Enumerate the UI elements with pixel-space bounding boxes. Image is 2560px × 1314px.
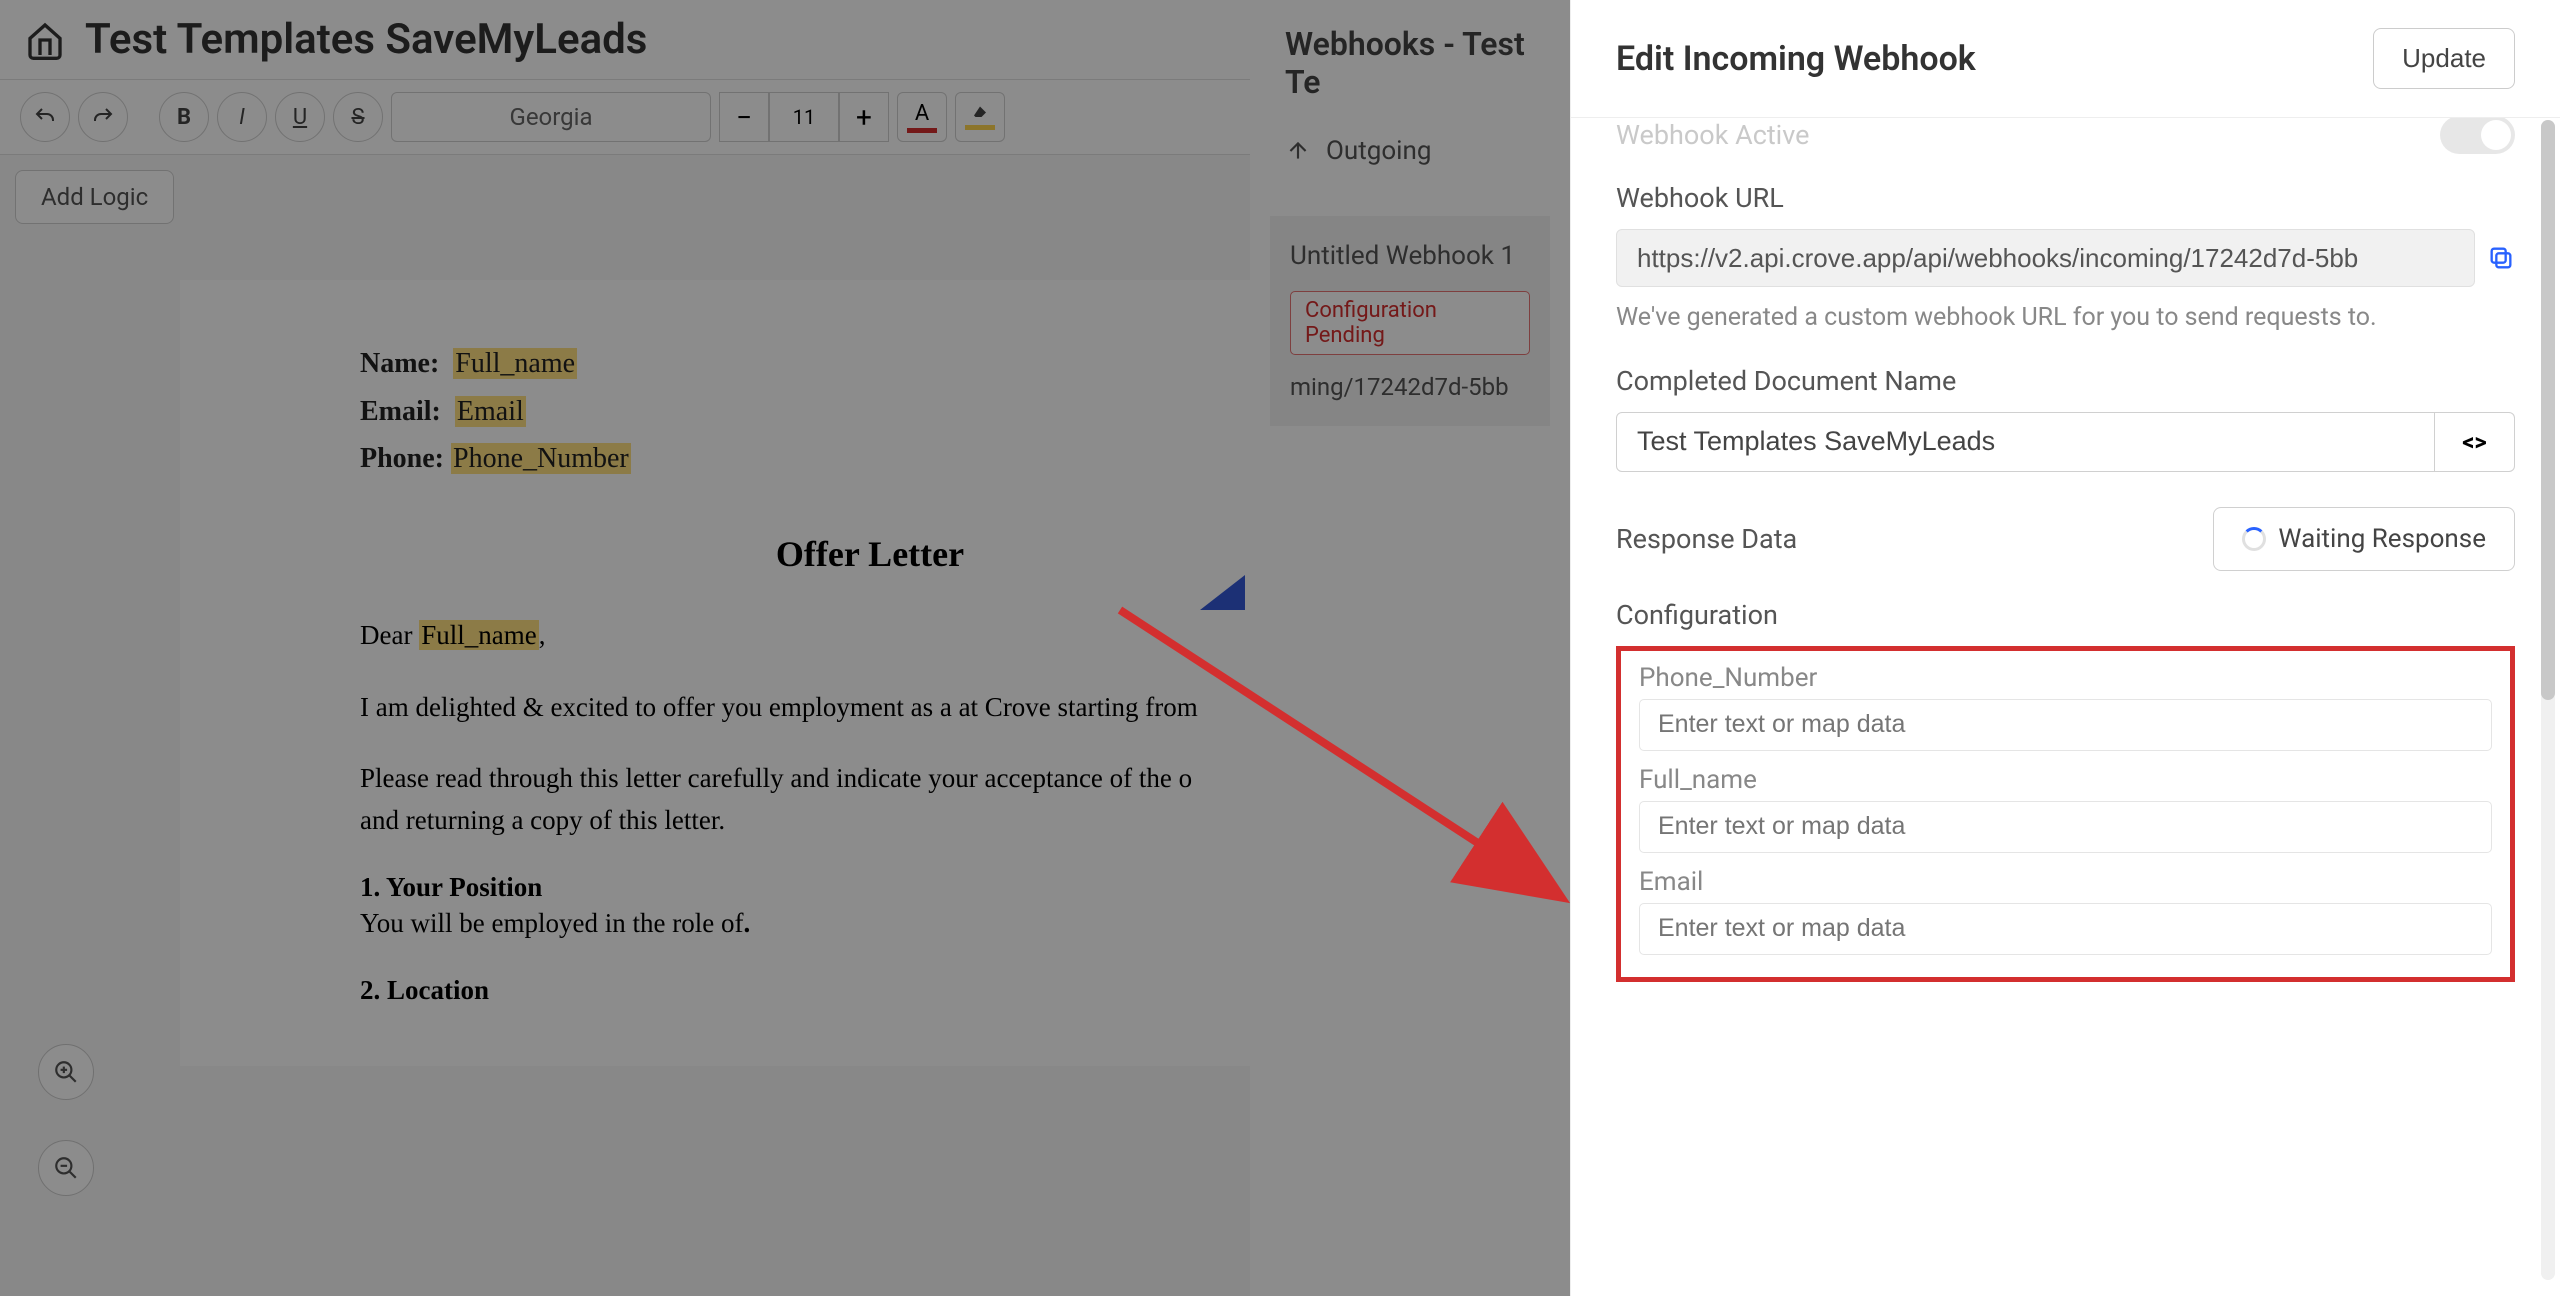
doc-heading: 2. Location [360,975,1380,1006]
webhook-active-toggle[interactable] [2440,118,2515,154]
font-size-value[interactable]: 11 [769,92,839,142]
webhook-name: Untitled Webhook 1 [1290,241,1530,271]
underline-button[interactable]: U [275,92,325,142]
field-phone-label: Phone: [360,443,444,474]
config-field-label: Full_name [1639,765,2492,795]
config-field-input-email[interactable] [1639,903,2492,955]
config-field-input-phone[interactable] [1639,699,2492,751]
doc-paragraph: Please read through this letter carefull… [360,758,1380,842]
font-size-increase[interactable]: + [839,92,889,142]
config-field-label: Phone_Number [1639,663,2492,693]
scrollbar-thumb[interactable] [2541,120,2555,700]
field-email-label: Email: [360,396,441,427]
copy-icon[interactable] [2487,244,2515,272]
field-name-var[interactable]: Full_name [453,348,577,379]
text-color-button[interactable]: A [897,92,947,142]
decorative-triangle [1200,575,1245,610]
font-select[interactable]: Georgia [391,92,711,142]
greeting-var[interactable]: Full_name [419,620,539,650]
webhook-active-label: Webhook Active [1616,119,1809,151]
doc-paragraph: I am delighted & excited to offer you em… [360,687,1380,729]
drawer-title: Edit Incoming Webhook [1616,39,1976,79]
document-title: Offer Letter [360,533,1380,575]
config-pending-badge: Configuration Pending [1290,291,1530,355]
edit-webhook-drawer: Edit Incoming Webhook Update Webhook Act… [1570,0,2560,1296]
webhook-url-fragment: ming/17242d7d-5bb [1290,373,1530,401]
home-icon[interactable] [25,20,65,60]
page-title: Test Templates SaveMyLeads [85,15,647,64]
webhooks-title: Webhooks - Test Te [1250,0,1570,116]
configuration-label: Configuration [1616,599,2515,631]
spinner-icon [2242,527,2266,551]
italic-button[interactable]: I [217,92,267,142]
field-email-var[interactable]: Email [455,396,526,427]
doc-heading: 1. Your Position [360,872,1380,903]
strikethrough-button[interactable]: S [333,92,383,142]
webhook-card[interactable]: Untitled Webhook 1 Configuration Pending… [1270,216,1550,426]
config-field-label: Email [1639,867,2492,897]
response-data-label: Response Data [1616,523,1797,555]
arrow-up-icon [1285,138,1311,164]
configuration-highlight: Phone_Number Full_name Email [1616,646,2515,982]
webhook-url-helper: We've generated a custom webhook URL for… [1616,299,2515,337]
webhooks-panel: Webhooks - Test Te Outgoing Untitled Web… [1250,0,1570,1296]
zoom-out-button[interactable] [38,1140,94,1196]
highlight-color-button[interactable] [955,92,1005,142]
config-field-input-fullname[interactable] [1639,801,2492,853]
field-phone-var[interactable]: Phone_Number [451,443,631,474]
webhook-url-label: Webhook URL [1616,182,2515,214]
doc-paragraph: You will be employed in the role of. [360,903,1380,945]
tab-outgoing[interactable]: Outgoing [1326,136,1431,166]
redo-button[interactable] [78,92,128,142]
docname-label: Completed Document Name [1616,365,2515,397]
bold-button[interactable]: B [159,92,209,142]
update-button[interactable]: Update [2373,28,2515,89]
field-name-label: Name: [360,348,439,379]
webhook-url-input[interactable] [1616,229,2475,287]
docname-input[interactable] [1616,412,2435,472]
undo-button[interactable] [20,92,70,142]
code-button[interactable]: <> [2435,412,2515,472]
waiting-response-button[interactable]: Waiting Response [2213,507,2515,571]
add-logic-button[interactable]: Add Logic [15,170,174,224]
zoom-in-button[interactable] [38,1044,94,1100]
font-size-decrease[interactable]: − [719,92,769,142]
